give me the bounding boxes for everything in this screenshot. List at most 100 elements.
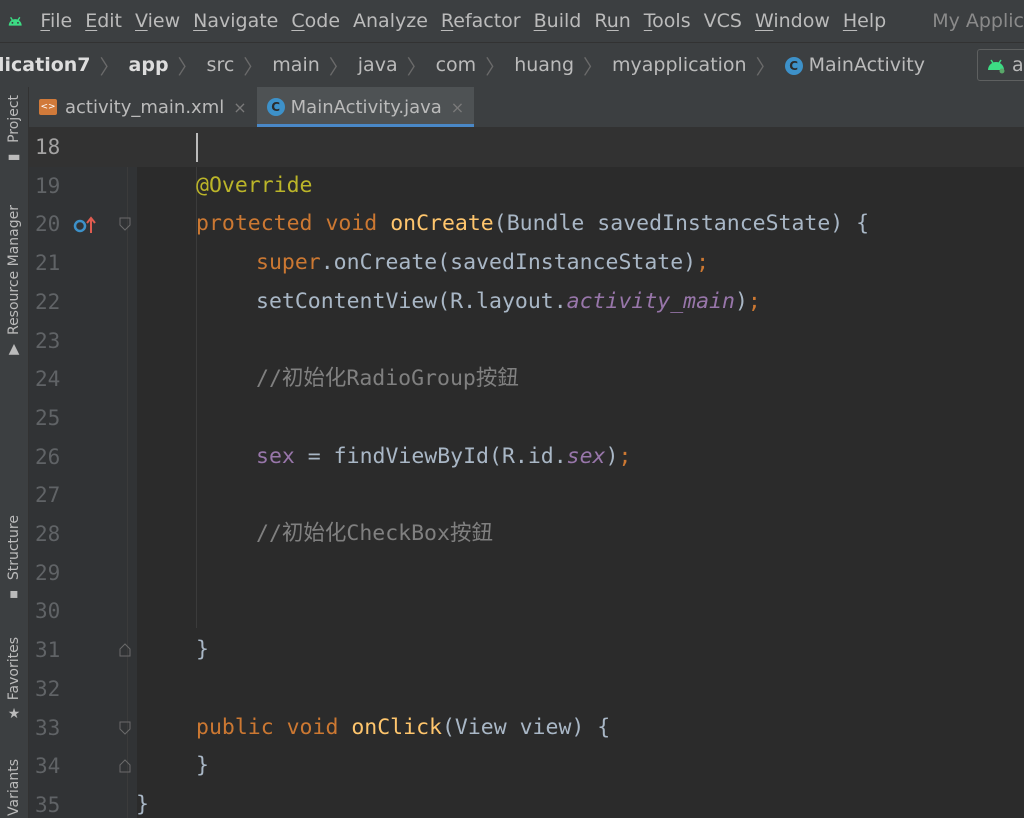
code-line[interactable]: 25: [29, 399, 1024, 438]
code-line[interactable]: 28 //初始化CheckBox按鈕: [29, 515, 1024, 554]
code-line[interactable]: 18: [29, 128, 1024, 167]
breadcrumb-item-myapplication[interactable]: myapplication: [612, 54, 747, 76]
line-number: 23: [35, 328, 61, 353]
code-line[interactable]: 21 super.onCreate(savedInstanceState);: [29, 244, 1024, 283]
menu-window[interactable]: Window: [755, 10, 830, 32]
code-line[interactable]: 26 sex = findViewById(R.id.sex);: [29, 438, 1024, 477]
line-number: 34: [35, 754, 61, 779]
menu-view[interactable]: View: [135, 10, 180, 32]
folder-icon: ▬: [7, 148, 21, 165]
code-line[interactable]: 23: [29, 322, 1024, 361]
fold-open-icon[interactable]: [119, 721, 131, 735]
breadcrumb-item-huang[interactable]: huang: [514, 54, 574, 76]
menu-analyze[interactable]: Analyze: [353, 10, 428, 32]
code-line[interactable]: 33 public void onClick(View view) {: [29, 709, 1024, 748]
run-configuration-select[interactable]: app ▼: [977, 49, 1024, 81]
line-number: 24: [35, 367, 61, 392]
override-method-icon[interactable]: [73, 215, 99, 235]
line-number: 25: [35, 405, 61, 430]
code-line[interactable]: 30: [29, 592, 1024, 631]
menu-build[interactable]: Build: [534, 10, 582, 32]
code-token: public: [196, 714, 287, 740]
code-line[interactable]: 35}: [29, 786, 1024, 818]
code-editor[interactable]: 18 19 @Override 20 protected void onCreate(B…: [29, 128, 1024, 818]
menu-tools[interactable]: Tools: [644, 10, 691, 32]
menu-edit[interactable]: Edit: [85, 10, 122, 32]
breadcrumb-item-main[interactable]: main: [272, 54, 319, 76]
tab-structure[interactable]: Structure ▪: [0, 515, 28, 602]
breadcrumb-item-lication7[interactable]: lication7: [0, 54, 91, 76]
menu-run[interactable]: Run: [594, 10, 630, 32]
code-token: super: [256, 250, 321, 276]
code-line[interactable]: 29: [29, 554, 1024, 593]
tab-build-variants[interactable]: Variants: [0, 759, 28, 816]
code-token: protected: [196, 211, 326, 237]
code-token: = findViewById(R.id.: [294, 443, 567, 469]
breadcrumb-separator-icon: 〉: [755, 54, 776, 79]
tab-mainactivity-java[interactable]: C MainActivity.java ×: [256, 87, 475, 127]
code-token: @Override: [196, 172, 313, 198]
editor-tabs: <> activity_main.xml × C MainActivity.ja…: [29, 87, 1024, 128]
code-token: //初始化RadioGroup按鈕: [256, 366, 519, 392]
tab-favorites[interactable]: Favorites ★: [0, 637, 28, 722]
code-line[interactable]: 19 @Override: [29, 167, 1024, 206]
code-line[interactable]: 34}: [29, 747, 1024, 786]
fold-close-icon[interactable]: [119, 643, 131, 657]
breadcrumb-item-mainactivity[interactable]: C MainActivity: [784, 54, 925, 76]
android-icon: [988, 59, 1005, 74]
code-text: //初始化CheckBox按鈕: [256, 515, 493, 554]
menu-refactor[interactable]: Refactor: [441, 10, 521, 32]
breadcrumb-item-src[interactable]: src: [207, 54, 235, 76]
breadcrumb: lication7 〉 app 〉 src 〉 main 〉 java 〉 com 〉 huang 〉 my…: [0, 51, 925, 80]
code-token: ;: [747, 288, 761, 314]
close-icon[interactable]: ×: [233, 98, 246, 117]
java-class-icon: C: [784, 56, 803, 75]
breadcrumb-item-app[interactable]: app: [129, 54, 169, 76]
tab-label: MainActivity.java: [290, 96, 442, 118]
line-number: 31: [35, 638, 61, 663]
code-line[interactable]: 27: [29, 476, 1024, 515]
tab-resource-manager[interactable]: Resource Manager ▲: [0, 205, 28, 357]
breadcrumb-separator-icon: 〉: [177, 54, 198, 79]
close-icon[interactable]: ×: [451, 98, 464, 117]
line-number: 30: [35, 599, 61, 624]
tab-activity-main-xml[interactable]: <> activity_main.xml ×: [29, 87, 257, 127]
code-token: onClick: [351, 714, 442, 740]
tab-project[interactable]: Project ▬: [0, 95, 28, 165]
menu-navigate[interactable]: Navigate: [193, 10, 278, 32]
menu-bar: File Edit View Navigate Code Analyze Refactor B…: [0, 0, 1024, 42]
code-token: ;: [696, 250, 710, 276]
breadcrumb-separator-icon: 〉: [243, 54, 264, 79]
code-line[interactable]: 20 protected void onCreate(Bundle savedIn…: [29, 205, 1024, 244]
code-line[interactable]: 22 setContentView(R.layout.activity_main)…: [29, 283, 1024, 322]
line-number: 20: [35, 212, 61, 237]
menu-help[interactable]: Help: [843, 10, 886, 32]
code-line[interactable]: 31}: [29, 631, 1024, 670]
resource-icon: ▲: [8, 341, 20, 358]
code-token: (Bundle savedInstanceState) {: [493, 211, 870, 237]
tool-window-stripe: Project ▬ Resource Manager ▲ Structure ▪…: [0, 87, 29, 818]
breadcrumb-item-com[interactable]: com: [436, 54, 477, 76]
android-studio-icon[interactable]: [6, 11, 24, 31]
line-number: 33: [35, 715, 61, 740]
breadcrumb-separator-icon: 〉: [583, 54, 604, 79]
code-token: ): [605, 443, 619, 469]
menu-vcs[interactable]: VCS: [704, 10, 742, 32]
code-text: }: [196, 747, 209, 786]
menu-code[interactable]: Code: [291, 10, 340, 32]
code-line[interactable]: 32: [29, 670, 1024, 709]
java-class-icon: C: [266, 98, 285, 116]
fold-close-icon[interactable]: [119, 759, 131, 773]
code-text: protected void onCreate(Bundle savedInst…: [196, 205, 869, 244]
code-token: onCreate: [390, 211, 494, 237]
fold-open-icon[interactable]: [119, 217, 131, 232]
code-token: ;: [618, 443, 632, 469]
breadcrumb-item-java[interactable]: java: [358, 54, 398, 76]
code-token: }: [136, 791, 149, 817]
code-text: }: [196, 631, 209, 670]
code-token: setContentView(R.layout.: [256, 288, 567, 314]
code-line[interactable]: 24 //初始化RadioGroup按鈕: [29, 360, 1024, 399]
navigation-bar: lication7 〉 app 〉 src 〉 main 〉 java 〉 com 〉 huang 〉 my…: [0, 42, 1024, 88]
line-number: 18: [35, 135, 61, 159]
menu-file[interactable]: File: [40, 10, 72, 32]
